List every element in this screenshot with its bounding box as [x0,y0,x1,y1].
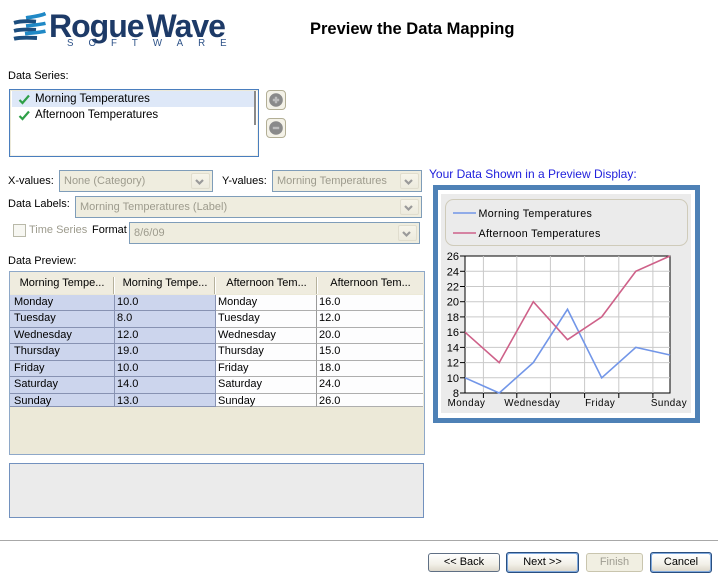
svg-text:16: 16 [447,327,459,339]
svg-text:Friday: Friday [585,398,615,409]
svg-text:26: 26 [447,251,459,263]
svg-text:Morning Temperatures: Morning Temperatures [479,208,593,220]
svg-text:Wednesday: Wednesday [504,398,560,409]
svg-text:20: 20 [447,297,459,309]
svg-text:10: 10 [447,373,459,385]
svg-text:Monday: Monday [448,398,486,409]
svg-text:Afternoon Temperatures: Afternoon Temperatures [479,228,601,240]
svg-text:24: 24 [447,266,459,278]
svg-text:Sunday: Sunday [651,398,687,409]
svg-text:12: 12 [447,358,459,370]
svg-text:18: 18 [447,312,459,324]
svg-text:22: 22 [447,282,459,294]
svg-text:14: 14 [447,342,459,354]
